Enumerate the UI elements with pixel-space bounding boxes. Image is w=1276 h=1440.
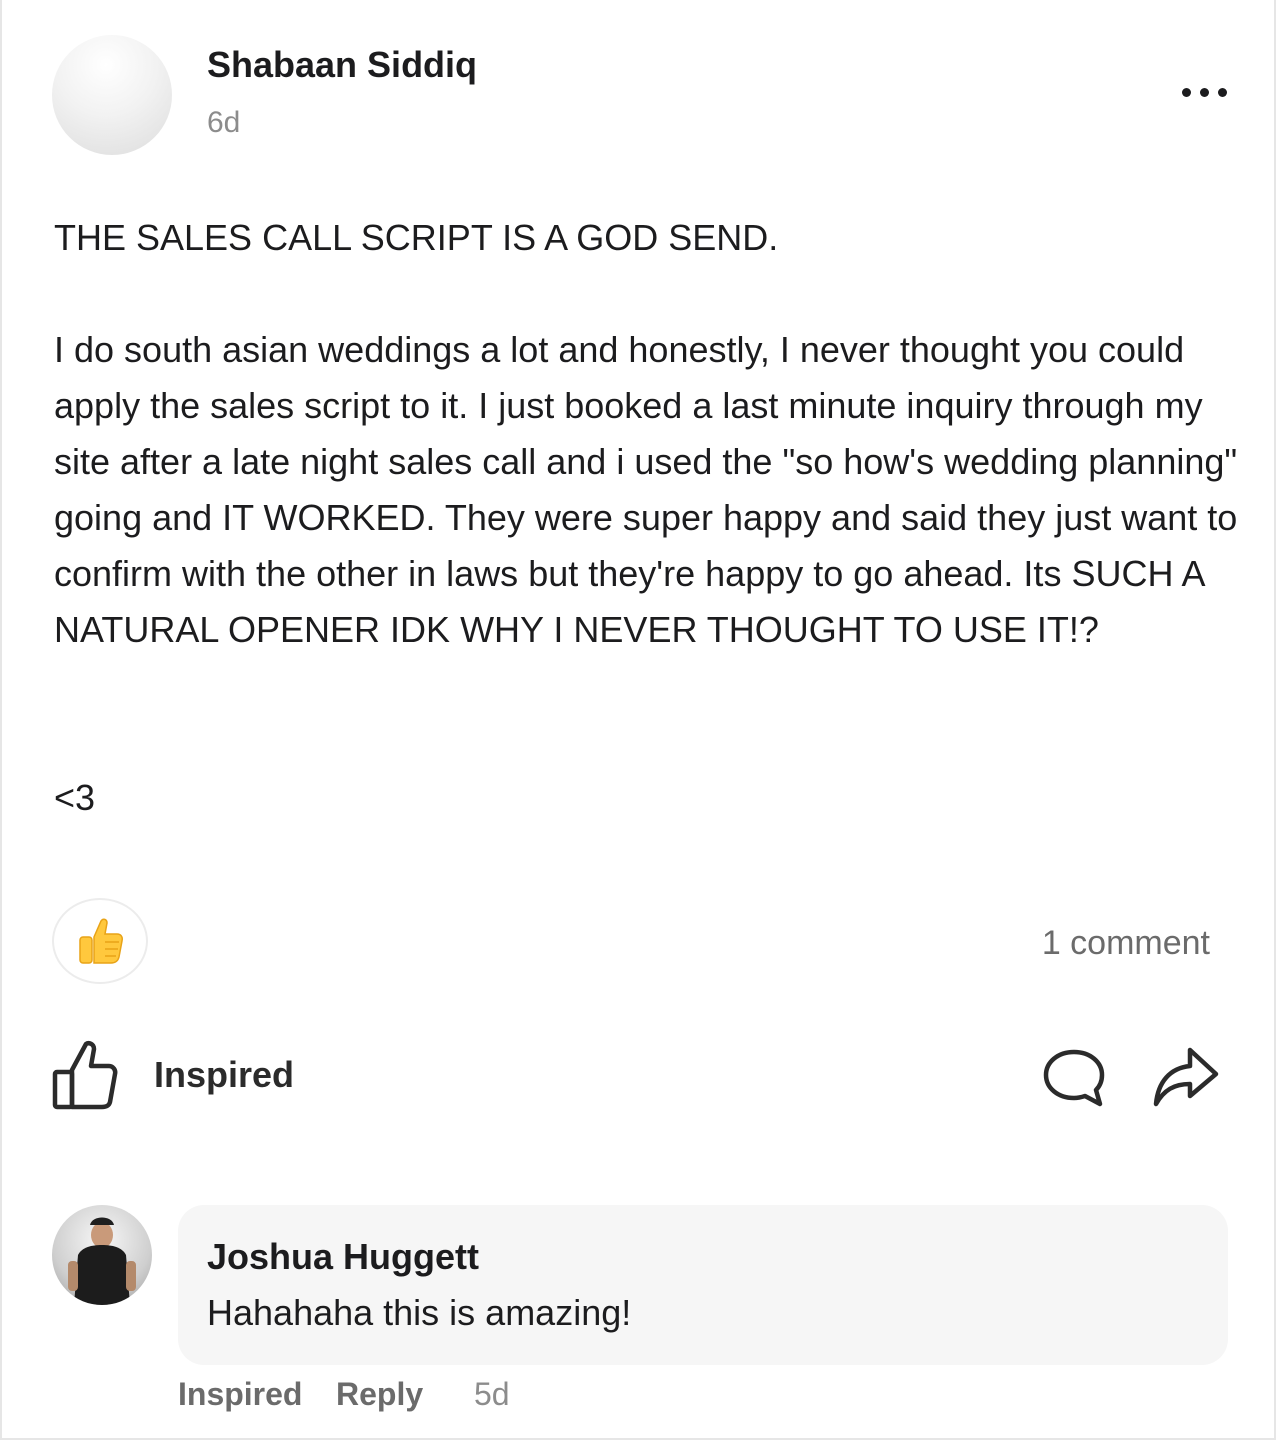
comment-inspired-button[interactable]: Inspired — [178, 1376, 302, 1413]
comment-button[interactable] — [1042, 1048, 1106, 1113]
more-dot — [1218, 88, 1227, 97]
share-button[interactable] — [1152, 1046, 1220, 1113]
comment-text: Hahahaha this is amazing! — [207, 1292, 632, 1333]
thumbs-up-outline-icon — [52, 1040, 118, 1110]
share-arrow-icon — [1153, 1047, 1219, 1107]
author-name[interactable]: Shabaan Siddiq — [207, 44, 477, 86]
comment-count[interactable]: 1 comment — [1042, 924, 1210, 963]
reaction-summary[interactable] — [52, 898, 148, 984]
post-card: Shabaan Siddiq 6d THE SALES CALL SCRIPT … — [0, 0, 1276, 1440]
commenter-name[interactable]: Joshua Huggett — [207, 1236, 479, 1278]
comment-timestamp: 5d — [474, 1376, 510, 1412]
post-timestamp: 6d — [207, 106, 241, 139]
thumbs-up-emoji-icon — [79, 918, 123, 964]
author-avatar[interactable] — [52, 35, 172, 155]
comment-bubble — [178, 1205, 1228, 1365]
more-options-button[interactable] — [1174, 80, 1234, 106]
commenter-avatar[interactable] — [52, 1205, 152, 1305]
comment-reply-button[interactable]: Reply — [336, 1376, 423, 1413]
comment-bubble-icon — [1043, 1049, 1105, 1107]
post-body: THE SALES CALL SCRIPT IS A GOD SEND. I d… — [54, 217, 1238, 818]
more-dot — [1200, 88, 1209, 97]
inspired-label: Inspired — [154, 1054, 295, 1095]
inspired-button[interactable]: Inspired — [52, 1040, 294, 1110]
more-horizontal-icon — [1182, 88, 1191, 97]
person-photo — [68, 1217, 136, 1305]
